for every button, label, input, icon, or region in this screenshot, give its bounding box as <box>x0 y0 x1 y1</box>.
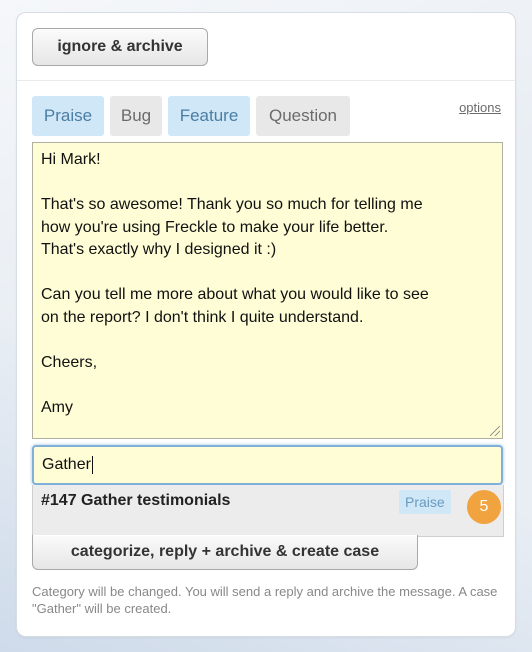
options-link[interactable]: options <box>459 100 501 115</box>
reply-blank-line <box>41 329 494 352</box>
tab-question[interactable]: Question <box>256 96 350 136</box>
reply-blank-line <box>41 374 494 397</box>
case-suggestion-item[interactable]: #147 Gather testimonials Praise 5 <box>32 485 504 537</box>
reply-line: Hi Mark! <box>41 151 101 168</box>
suggestion-title: #147 Gather testimonials <box>41 492 231 509</box>
reply-line: Can you tell me more about what you woul… <box>41 286 429 303</box>
text-caret <box>91 456 93 474</box>
resize-handle-icon[interactable] <box>490 426 500 436</box>
reply-blank-line <box>41 172 494 195</box>
reply-line: That's exactly why I designed it :) <box>41 241 277 258</box>
suggestion-category-badge: Praise <box>399 490 451 514</box>
reply-textarea[interactable]: Hi Mark! That's so awesome! Thank you so… <box>32 142 503 439</box>
tab-bug[interactable]: Bug <box>110 96 162 136</box>
case-search-input[interactable]: Gather <box>32 445 503 485</box>
reply-line: how you're using Freckle to make your li… <box>41 218 389 236</box>
reply-line: on the report? I don't think I quite und… <box>41 308 364 326</box>
ignore-archive-button[interactable]: ignore & archive <box>32 28 208 66</box>
case-input-value: Gather <box>42 456 91 473</box>
top-bar: ignore & archive <box>17 13 515 81</box>
reply-line: That's so awesome! Thank you so much for… <box>41 196 423 213</box>
tab-feature[interactable]: Feature <box>168 96 250 136</box>
triage-panel: ignore & archive Praise Bug Feature Ques… <box>16 12 516 637</box>
tab-praise[interactable]: Praise <box>32 96 104 136</box>
suggestion-count-badge: 5 <box>467 490 501 524</box>
help-text: Category will be changed. You will send … <box>32 584 498 616</box>
reply-blank-line <box>41 262 494 285</box>
reply-line: Cheers, <box>41 353 98 371</box>
categorize-reply-archive-create-case-button[interactable]: categorize, reply + archive & create cas… <box>32 535 418 570</box>
reply-line: Amy <box>41 398 73 416</box>
